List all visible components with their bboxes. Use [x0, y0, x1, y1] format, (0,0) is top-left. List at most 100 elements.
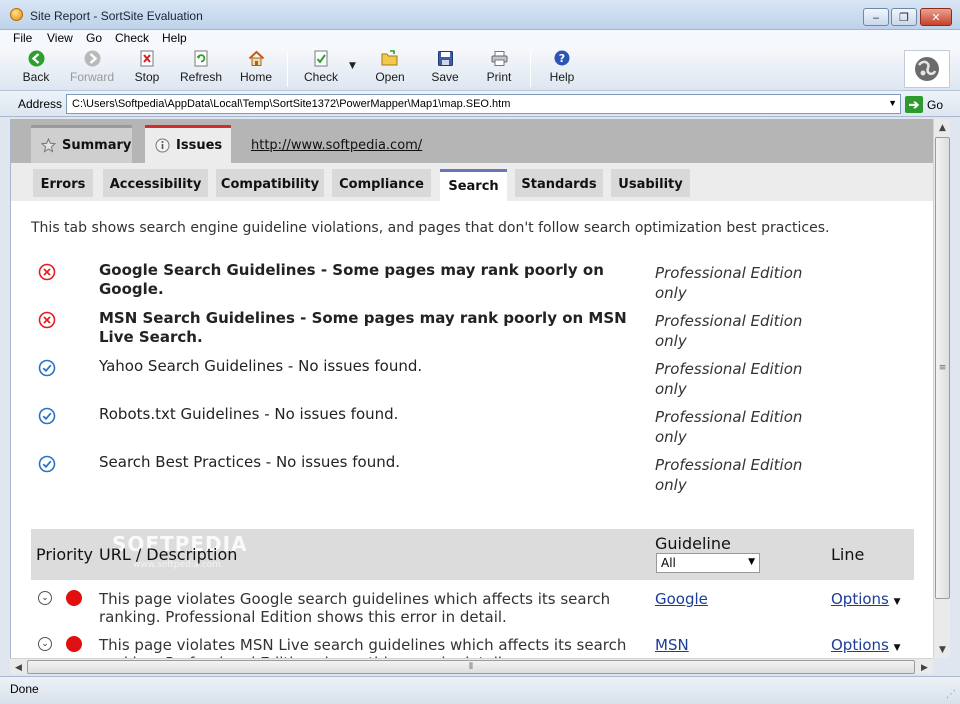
menu-go[interactable]: Go	[86, 31, 102, 45]
close-button[interactable]: ✕	[920, 8, 952, 26]
tab-issues[interactable]: Issues	[145, 125, 231, 163]
refresh-button[interactable]: Refresh	[180, 49, 222, 89]
column-line[interactable]: Line	[831, 545, 864, 564]
home-button[interactable]: Home	[238, 49, 274, 89]
printer-icon	[490, 49, 508, 67]
error-icon	[38, 311, 56, 329]
guideline-link-google[interactable]: Google	[655, 590, 708, 608]
edition-note: Professional Edition only	[655, 360, 803, 398]
go-button[interactable]: ➔ Go	[905, 95, 943, 114]
scroll-left-arrow-icon[interactable]: ◀	[10, 659, 27, 676]
issues-table-header: SOFTPEDIA www.softpedia.com Priority URL…	[31, 529, 914, 580]
horizontal-scrollbar[interactable]: ◀ ⦀ ▶	[10, 658, 933, 674]
help-icon: ?	[553, 49, 571, 67]
title-bar: Site Report - SortSite Evaluation ‒ ❐ ✕	[0, 0, 960, 30]
menu-view[interactable]: View	[47, 31, 73, 45]
back-arrow-icon	[27, 49, 45, 67]
status-bar: Done ⋰	[0, 676, 960, 704]
tab-errors[interactable]: Errors	[33, 169, 93, 197]
check-button[interactable]: Check	[302, 49, 340, 89]
search-tab-description: This tab shows search engine guideline v…	[31, 220, 830, 236]
go-arrow-icon: ➔	[905, 96, 923, 113]
priority-high-icon	[66, 590, 82, 606]
resize-grip-icon[interactable]: ⋰	[946, 689, 956, 700]
dropdown-arrow-icon: ▼	[893, 597, 901, 607]
toolbar-separator	[287, 51, 288, 87]
table-row: ⌄ This page violates Google search guide…	[11, 580, 933, 626]
guideline-link-msn[interactable]: MSN	[655, 636, 689, 654]
menu-help[interactable]: Help	[162, 31, 187, 45]
dropdown-arrow-icon: ▼	[893, 643, 901, 653]
column-guideline[interactable]: Guideline	[655, 534, 731, 553]
options-menu[interactable]: Options ▼	[831, 636, 901, 654]
print-button[interactable]: Print	[484, 49, 514, 89]
tab-usability[interactable]: Usability	[611, 169, 690, 197]
save-button[interactable]: Save	[429, 49, 461, 89]
menu-bar: File View Go Check Help	[0, 30, 960, 47]
info-icon	[155, 138, 170, 153]
edition-note: Professional Edition only	[655, 408, 803, 446]
vertical-scrollbar[interactable]: ▲ ≡ ▼	[933, 119, 950, 658]
save-disk-icon	[436, 49, 454, 67]
toolbar-separator	[530, 51, 531, 87]
stop-button[interactable]: Stop	[132, 49, 162, 89]
guideline-text: MSN Search Guidelines - Some pages may r…	[99, 309, 627, 346]
tab-compatibility[interactable]: Compatibility	[216, 169, 324, 197]
options-menu[interactable]: Options ▼	[831, 590, 901, 608]
report-top-tabs: Summary Issues http://www.softpedia.com/	[11, 119, 933, 163]
tab-standards[interactable]: Standards	[515, 169, 603, 197]
expand-chevron-icon[interactable]: ⌄	[38, 591, 52, 605]
tab-accessibility[interactable]: Accessibility	[103, 169, 208, 197]
guideline-text: Search Best Practices - No issues found.	[99, 453, 401, 471]
guideline-filter-select[interactable]: All ▼	[656, 553, 760, 573]
star-icon	[41, 138, 56, 153]
scroll-down-arrow-icon[interactable]: ▼	[934, 641, 951, 658]
status-text: Done	[10, 682, 39, 696]
tab-search[interactable]: Search	[440, 169, 507, 201]
forward-arrow-icon	[83, 49, 101, 67]
maximize-button[interactable]: ❐	[891, 8, 917, 26]
globe-logo	[904, 50, 950, 88]
pass-check-icon	[38, 407, 56, 425]
globe-icon	[915, 57, 939, 81]
pass-check-icon	[38, 455, 56, 473]
edition-note: Professional Edition only	[655, 456, 803, 494]
expand-chevron-icon[interactable]: ⌄	[38, 637, 52, 651]
address-dropdown-icon[interactable]: ▼	[888, 98, 897, 108]
window-title: Site Report - SortSite Evaluation	[30, 9, 203, 23]
column-url-description[interactable]: URL / Description	[99, 545, 237, 564]
tab-compliance[interactable]: Compliance	[332, 169, 431, 197]
scroll-right-arrow-icon[interactable]: ▶	[916, 659, 933, 676]
tab-summary[interactable]: Summary	[31, 125, 132, 163]
stop-icon	[138, 49, 156, 67]
check-document-icon	[312, 49, 330, 67]
table-row: ⌄ This page violates MSN Live search gui…	[11, 626, 933, 658]
priority-high-icon	[66, 636, 82, 652]
issue-description: This page violates Google search guideli…	[99, 590, 611, 626]
guideline-text: Google Search Guidelines - Some pages ma…	[99, 261, 604, 298]
edition-note: Professional Edition only	[655, 312, 803, 350]
issue-description: This page violates MSN Live search guide…	[99, 636, 627, 658]
site-url-link[interactable]: http://www.softpedia.com/	[251, 138, 422, 153]
open-button[interactable]: Open	[373, 49, 407, 89]
back-button[interactable]: Back	[20, 49, 52, 89]
address-bar: Address C:\Users\Softpedia\AppData\Local…	[0, 91, 960, 117]
address-input[interactable]: C:\Users\Softpedia\AppData\Local\Temp\So…	[66, 94, 901, 114]
scroll-up-arrow-icon[interactable]: ▲	[934, 119, 951, 136]
home-icon	[247, 49, 265, 67]
svg-text:?: ?	[559, 52, 565, 65]
app-icon	[10, 8, 23, 21]
pass-check-icon	[38, 359, 56, 377]
vertical-scroll-thumb[interactable]: ≡	[935, 137, 950, 599]
menu-check[interactable]: Check	[115, 31, 149, 45]
forward-button[interactable]: Forward	[68, 49, 116, 89]
refresh-icon	[192, 49, 210, 67]
chevron-down-icon: ▼	[748, 557, 755, 567]
menu-file[interactable]: File	[13, 31, 32, 45]
check-dropdown-arrow[interactable]: ▼	[349, 61, 356, 71]
minimize-button[interactable]: ‒	[863, 8, 889, 26]
help-button[interactable]: ? Help	[547, 49, 577, 89]
guideline-text: Yahoo Search Guidelines - No issues foun…	[99, 357, 423, 375]
column-priority[interactable]: Priority	[36, 545, 93, 564]
horizontal-scroll-thumb[interactable]: ⦀	[27, 660, 915, 674]
